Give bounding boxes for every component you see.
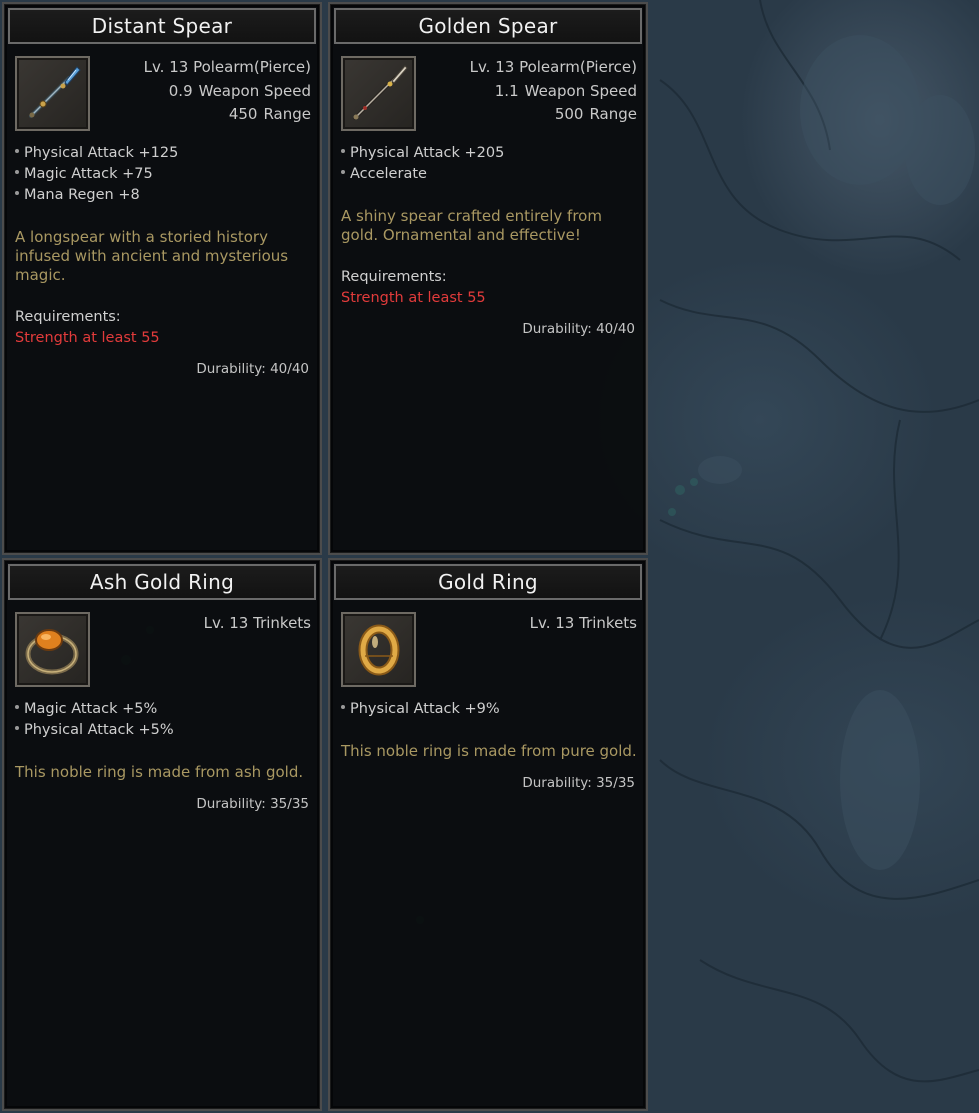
- range-value: 450: [228, 105, 258, 123]
- item-description: This noble ring is made from pure gold.: [341, 742, 637, 760]
- spear-blue-icon: [15, 56, 90, 131]
- attribute-item: Physical Attack +5%: [15, 720, 174, 741]
- durability-text: Durability: 40/40: [196, 361, 309, 377]
- bullet-icon: [341, 149, 345, 153]
- range-label: Range: [589, 105, 637, 123]
- item-comparison-panel: Distant Spear Lv. 13 Polearm(Pierce) 0.9…: [0, 0, 653, 1113]
- attribute-text: Physical Attack +205: [350, 145, 505, 161]
- item-title: Distant Spear: [8, 8, 316, 44]
- attribute-item: Physical Attack +125: [15, 143, 178, 164]
- attribute-text: Accelerate: [350, 166, 427, 182]
- requirements-label: Requirements:: [15, 309, 121, 325]
- bullet-icon: [15, 149, 19, 153]
- weapon-speed-value: 1.1: [494, 82, 519, 100]
- item-level-type: Lv. 13 Polearm(Pierce): [469, 58, 637, 76]
- item-level-type: Lv. 13 Trinkets: [203, 614, 311, 632]
- weapon-speed-stat: 0.9 Weapon Speed: [169, 82, 311, 100]
- bullet-icon: [341, 705, 345, 709]
- item-card-distant-spear: Distant Spear Lv. 13 Polearm(Pierce) 0.9…: [2, 2, 322, 555]
- attribute-item: Magic Attack +75: [15, 164, 178, 185]
- attribute-text: Magic Attack +75: [24, 166, 153, 182]
- attribute-item: Physical Attack +9%: [341, 699, 500, 720]
- attribute-text: Mana Regen +8: [24, 187, 140, 203]
- spear-gold-icon: [341, 56, 416, 131]
- weapon-speed-value: 0.9: [168, 82, 193, 100]
- item-level-type: Lv. 13 Trinkets: [529, 614, 637, 632]
- item-description: A shiny spear crafted entirely from gold…: [341, 207, 602, 244]
- bullet-icon: [15, 726, 19, 730]
- item-title: Golden Spear: [334, 8, 642, 44]
- weapon-speed-label: Weapon Speed: [524, 82, 637, 100]
- ring-gold-icon: [341, 612, 416, 687]
- attribute-item: Magic Attack +5%: [15, 699, 174, 720]
- item-level-type: Lv. 13 Polearm(Pierce): [143, 58, 311, 76]
- attribute-list: Physical Attack +125 Magic Attack +75 Ma…: [15, 143, 178, 206]
- bullet-icon: [15, 170, 19, 174]
- attribute-text: Physical Attack +9%: [350, 701, 500, 717]
- bullet-icon: [15, 705, 19, 709]
- range-stat: 450 Range: [229, 105, 311, 123]
- item-description: A longspear with a storied history infus…: [15, 228, 289, 284]
- range-value: 500: [554, 105, 584, 123]
- ring-amber-gem-icon: [15, 612, 90, 687]
- item-card-ash-gold-ring: Ash Gold Ring Lv. 13 Trinkets Magic Atta…: [2, 558, 322, 1111]
- requirements-label: Requirements:: [341, 269, 447, 285]
- requirement-text: Strength at least 55: [15, 330, 160, 346]
- range-stat: 500 Range: [555, 105, 637, 123]
- item-card-golden-spear: Golden Spear Lv. 13 Polearm(Pierce) 1.1 W…: [328, 2, 648, 555]
- weapon-speed-label: Weapon Speed: [198, 82, 311, 100]
- attribute-list: Physical Attack +9%: [341, 699, 500, 720]
- requirement-text: Strength at least 55: [341, 290, 486, 306]
- durability-text: Durability: 40/40: [522, 321, 635, 337]
- weapon-speed-stat: 1.1 Weapon Speed: [495, 82, 637, 100]
- attribute-list: Magic Attack +5% Physical Attack +5%: [15, 699, 174, 741]
- attribute-item: Accelerate: [341, 164, 504, 185]
- attribute-text: Physical Attack +5%: [24, 722, 174, 738]
- bullet-icon: [341, 170, 345, 174]
- bullet-icon: [15, 191, 19, 195]
- attribute-text: Magic Attack +5%: [24, 701, 158, 717]
- durability-text: Durability: 35/35: [196, 796, 309, 812]
- item-card-gold-ring: Gold Ring Lv. 13 Trinkets Physical Attac…: [328, 558, 648, 1111]
- attribute-text: Physical Attack +125: [24, 145, 179, 161]
- item-description: This noble ring is made from ash gold.: [15, 763, 304, 781]
- item-title: Gold Ring: [334, 564, 642, 600]
- durability-text: Durability: 35/35: [522, 775, 635, 791]
- range-label: Range: [263, 105, 311, 123]
- attribute-list: Physical Attack +205 Accelerate: [341, 143, 504, 185]
- attribute-item: Mana Regen +8: [15, 185, 178, 206]
- item-title: Ash Gold Ring: [8, 564, 316, 600]
- attribute-item: Physical Attack +205: [341, 143, 504, 164]
